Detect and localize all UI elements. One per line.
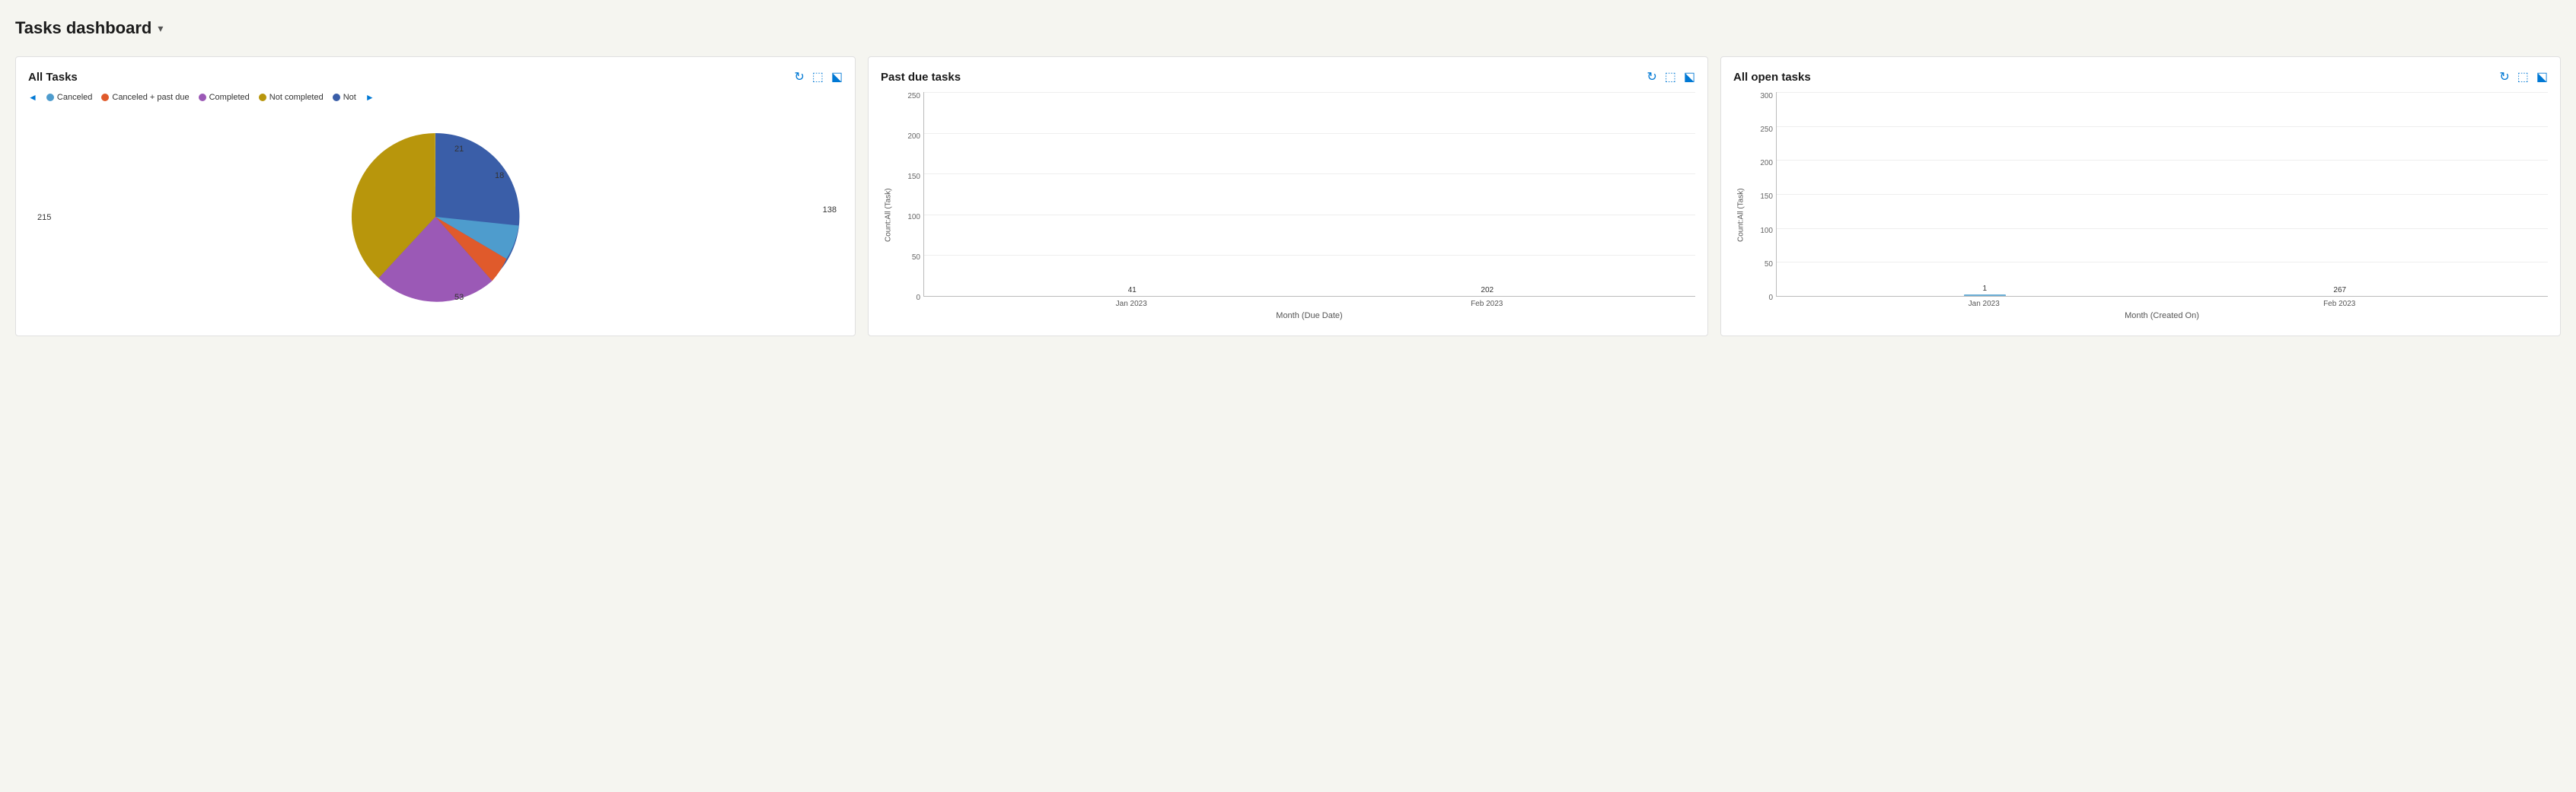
legend-item-not: Not [333, 93, 356, 102]
legend-next[interactable]: ► [365, 92, 375, 103]
expand-icon-2[interactable]: ⬕ [1684, 69, 1695, 84]
legend-label-not-completed: Not completed [269, 93, 324, 102]
all-open-x-labels: Jan 2023 Feb 2023 [1776, 297, 2548, 308]
pie-label-canceled-past-due: 18 [495, 171, 504, 180]
bar-feb-open-group: 267 [2319, 286, 2361, 296]
past-due-bars-area: 41 202 [923, 92, 1695, 297]
all-tasks-title: All Tasks [28, 71, 78, 84]
bar-feb-open-value: 267 [2333, 286, 2346, 294]
legend-item-completed: Completed [199, 93, 250, 102]
x-label-jan: Jan 2023 [1116, 300, 1147, 308]
page-title: Tasks dashboard [15, 18, 151, 38]
pie-chart [336, 118, 534, 316]
y-tick-50b: 50 [1765, 260, 1773, 269]
x-label-feb-open: Feb 2023 [2323, 300, 2355, 308]
pie-label-canceled: 21 [454, 145, 464, 154]
all-open-y-ticks: 300 250 200 150 100 50 0 [1749, 92, 1776, 320]
y-tick-100b: 100 [1760, 227, 1773, 235]
y-tick-50: 50 [912, 253, 920, 262]
refresh-icon[interactable]: ↻ [794, 69, 804, 84]
all-tasks-icons: ↻ ⬚ ⬕ [794, 69, 843, 84]
x-label-feb: Feb 2023 [1471, 300, 1503, 308]
all-open-x-title: Month (Created On) [1776, 311, 2548, 320]
all-open-bars-row: 1 267 [1777, 92, 2548, 296]
export-icon[interactable]: ⬚ [812, 69, 824, 84]
legend-dot-canceled-past-due [101, 94, 109, 101]
dashboard-grid: All Tasks ↻ ⬚ ⬕ ◄ Canceled Canceled + pa… [15, 56, 2561, 336]
bar-jan-open-group: 1 [1964, 285, 2006, 296]
past-due-y-ticks: 250 200 150 100 50 0 [896, 92, 923, 320]
y-tick-200: 200 [907, 132, 920, 141]
legend-prev[interactable]: ◄ [28, 92, 37, 103]
past-due-tasks-card: Past due tasks ↻ ⬚ ⬕ Count:All (Task) 25… [868, 56, 1708, 336]
legend-dot-completed [199, 94, 206, 101]
y-tick-250b: 250 [1760, 126, 1773, 134]
refresh-icon-2[interactable]: ↻ [1647, 69, 1656, 84]
bar-jan-value: 41 [1128, 286, 1137, 294]
expand-icon[interactable]: ⬕ [831, 69, 843, 84]
y-tick-0: 0 [916, 294, 920, 302]
all-tasks-legend: ◄ Canceled Canceled + past due Completed… [28, 92, 843, 103]
past-due-bars-row: 41 202 [924, 92, 1695, 296]
page-header: Tasks dashboard ▾ [15, 15, 2561, 41]
y-tick-250: 250 [907, 92, 920, 100]
x-label-jan-open: Jan 2023 [1969, 300, 2000, 308]
y-tick-0b: 0 [1768, 294, 1773, 302]
bar-jan-2023-group: 41 [1111, 286, 1153, 296]
past-due-y-axis-label: Count:All (Task) [881, 92, 896, 320]
bar-feb-2023-group: 202 [1466, 286, 1508, 296]
legend-dot-not [333, 94, 340, 101]
all-tasks-header: All Tasks ↻ ⬚ ⬕ [28, 69, 843, 84]
legend-item-canceled-past-due: Canceled + past due [101, 93, 189, 102]
y-tick-300: 300 [1760, 92, 1773, 100]
y-tick-200b: 200 [1760, 159, 1773, 167]
legend-label-completed: Completed [209, 93, 250, 102]
chevron-down-icon[interactable]: ▾ [158, 22, 163, 35]
pie-label-not-completed: 53 [454, 293, 464, 302]
all-open-header: All open tasks ↻ ⬚ ⬕ [1733, 69, 2548, 84]
past-due-header: Past due tasks ↻ ⬚ ⬕ [881, 69, 1695, 84]
y-tick-100: 100 [907, 213, 920, 221]
past-due-plot: 41 202 Jan 2023 Feb 2023 Month (D [923, 92, 1695, 320]
legend-dot-canceled [46, 94, 54, 101]
refresh-icon-3[interactable]: ↻ [2499, 69, 2509, 84]
all-open-title: All open tasks [1733, 71, 1811, 84]
all-tasks-card: All Tasks ↻ ⬚ ⬕ ◄ Canceled Canceled + pa… [15, 56, 856, 336]
pie-label-not: 215 [37, 213, 51, 222]
past-due-chart-area: Count:All (Task) 250 200 150 100 50 0 [881, 92, 1695, 320]
all-open-plot: 1 267 Jan 2023 Feb 2023 Month (Cr [1776, 92, 2548, 320]
bar-jan-open-value: 1 [1982, 285, 1987, 293]
legend-item-canceled: Canceled [46, 93, 92, 102]
past-due-title: Past due tasks [881, 71, 961, 84]
export-icon-3[interactable]: ⬚ [2517, 69, 2529, 84]
bar-feb-value: 202 [1481, 286, 1494, 294]
past-due-x-title: Month (Due Date) [923, 311, 1695, 320]
past-due-icons: ↻ ⬚ ⬕ [1647, 69, 1695, 84]
y-tick-150: 150 [907, 173, 920, 181]
expand-icon-3[interactable]: ⬕ [2536, 69, 2548, 84]
all-open-y-axis-label: Count:All (Task) [1733, 92, 1749, 320]
all-open-chart-area: Count:All (Task) 300 250 200 150 100 50 … [1733, 92, 2548, 320]
legend-label-canceled-past-due: Canceled + past due [112, 93, 189, 102]
y-tick-150b: 150 [1760, 192, 1773, 201]
legend-item-not-completed: Not completed [259, 93, 324, 102]
legend-label-canceled: Canceled [57, 93, 92, 102]
all-open-icons: ↻ ⬚ ⬕ [2499, 69, 2548, 84]
all-open-bars-area: 1 267 [1776, 92, 2548, 297]
all-open-tasks-card: All open tasks ↻ ⬚ ⬕ Count:All (Task) 30… [1720, 56, 2561, 336]
pie-chart-container: 215 21 18 138 53 [28, 110, 843, 323]
pie-label-completed: 138 [823, 205, 837, 215]
legend-dot-not-completed [259, 94, 266, 101]
legend-label-not: Not [343, 93, 356, 102]
bar-jan-open [1964, 294, 2006, 296]
export-icon-2[interactable]: ⬚ [1665, 69, 1676, 84]
past-due-x-labels: Jan 2023 Feb 2023 [923, 297, 1695, 308]
